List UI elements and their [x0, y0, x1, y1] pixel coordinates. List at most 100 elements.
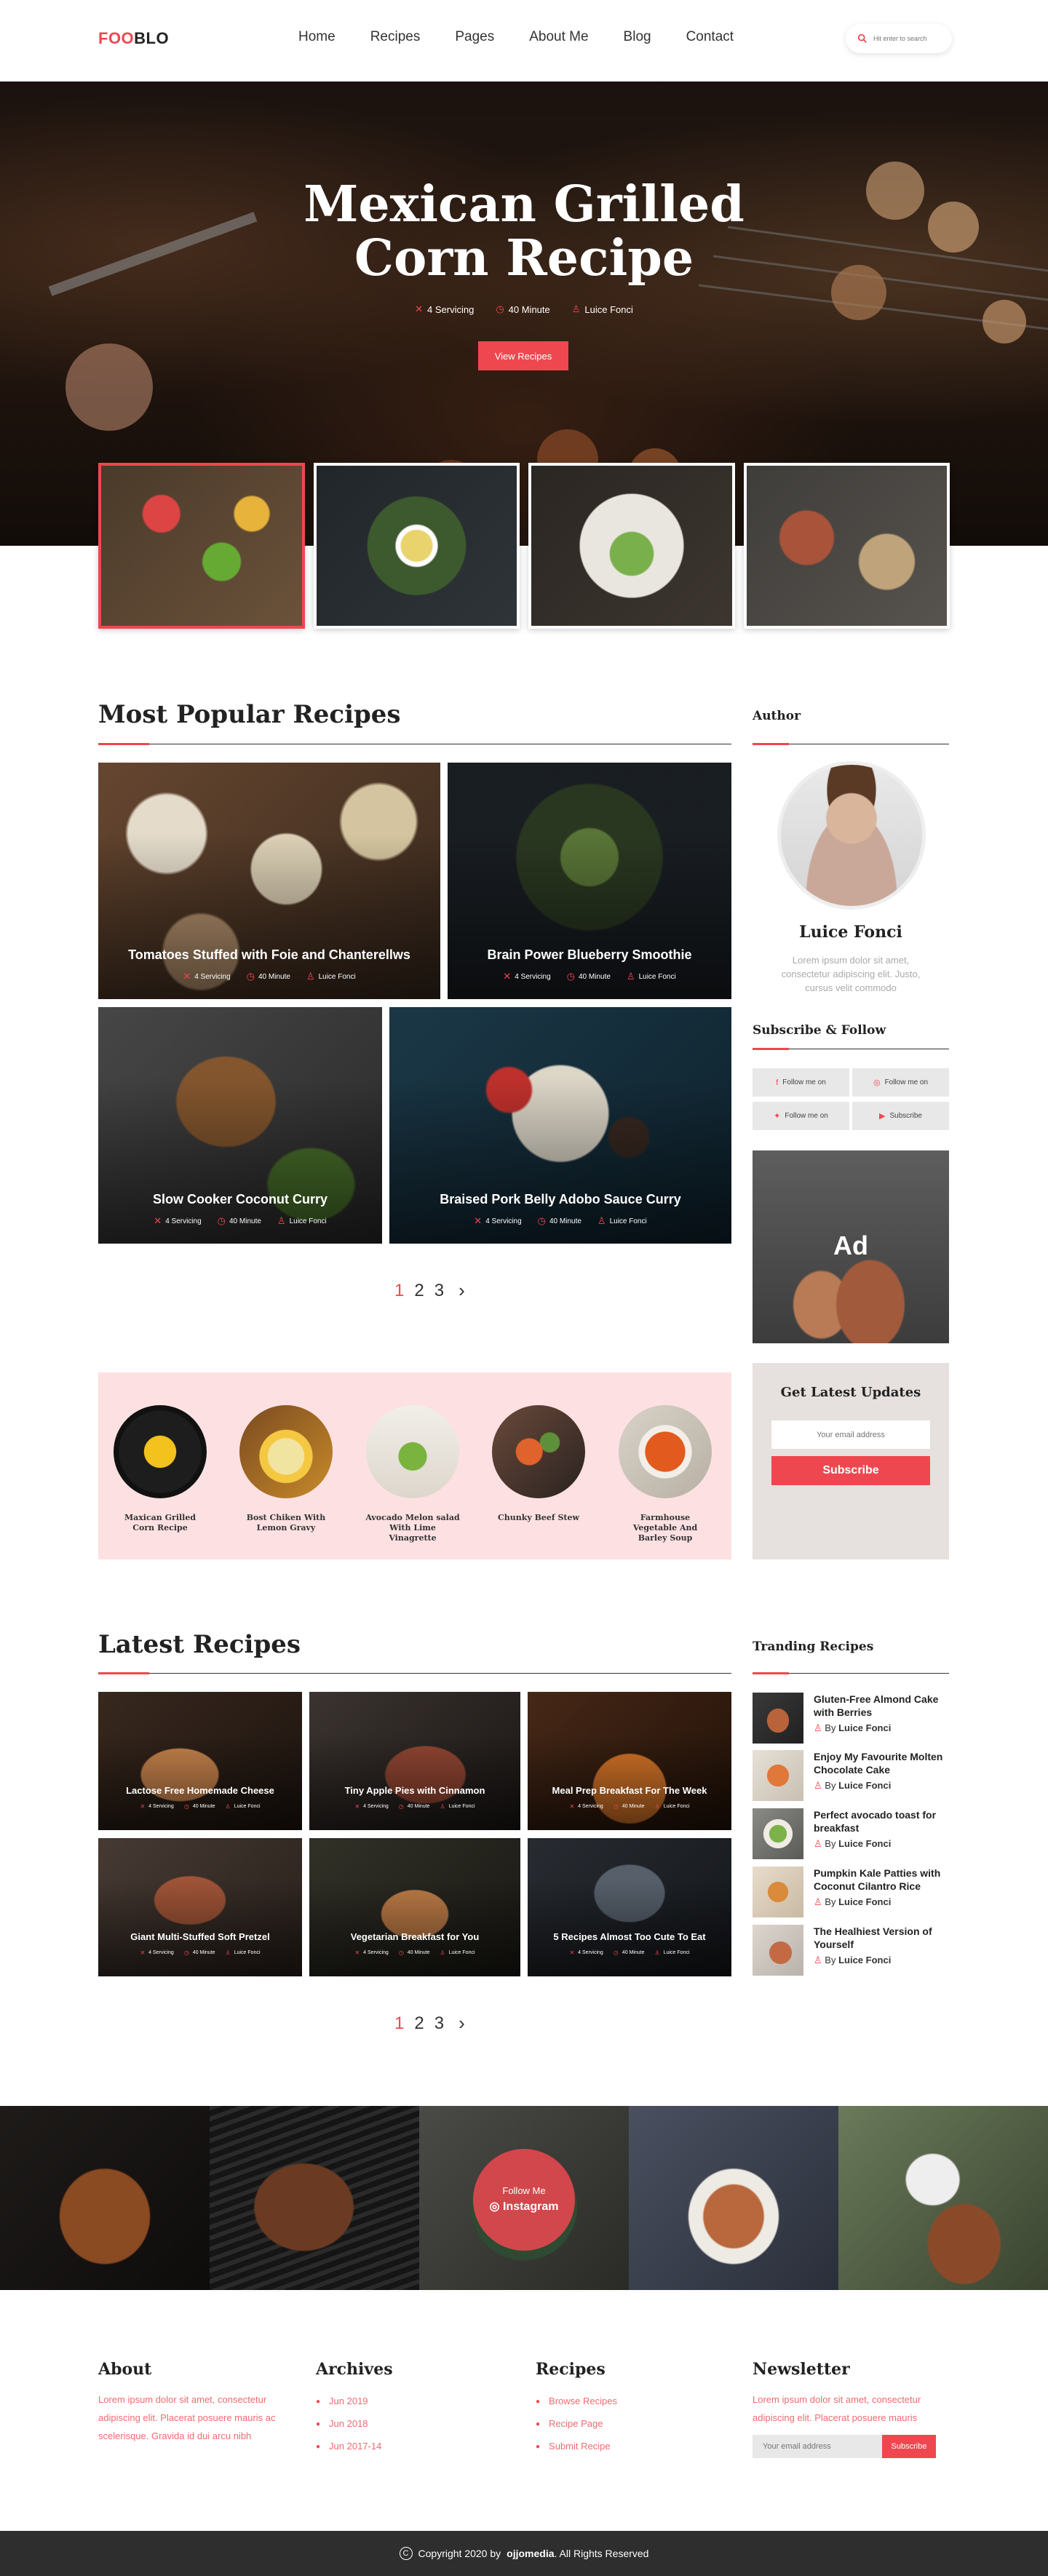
user-icon: ♙: [654, 1803, 660, 1810]
trending-thumb: [753, 1750, 803, 1801]
page-link-1[interactable]: 1: [394, 1281, 404, 1301]
instagram-photo[interactable]: [838, 2106, 1048, 2290]
newsletter-email-input[interactable]: [771, 1420, 930, 1449]
trending-title: Enjoy My Favourite Molten Chocolate Cake: [814, 1751, 943, 1776]
category-item[interactable]: Maxican Grilled Corn Recipe: [113, 1405, 207, 1533]
user-icon: ♙: [814, 1838, 822, 1849]
follow-facebook-button[interactable]: f Follow me on: [753, 1068, 849, 1097]
latest-card-5[interactable]: Vegetarian Breakfast for You ✕ 4 Servicin…: [309, 1838, 520, 1976]
card-meta: ✕ 4 Servicing ◷ 40 Minute ♙ Luice Fonci: [98, 1949, 302, 1956]
trending-title: Gluten-Free Almond Cake with Berries: [814, 1693, 939, 1718]
by-label: By: [825, 1780, 836, 1791]
utensils-icon: ✕: [415, 303, 423, 314]
category-item[interactable]: Farmhouse Vegetable And Barley Soup: [618, 1405, 712, 1543]
utensils-icon: ✕: [183, 971, 191, 982]
nav-item-pages[interactable]: Pages: [455, 29, 494, 45]
card-meta: ✕ 4 Servicing ◷ 40 Minute ♙ Luice Fonci: [98, 1803, 302, 1810]
recipes-link[interactable]: Recipe Page: [536, 2413, 681, 2436]
archive-link[interactable]: Jun 2017-14: [316, 2436, 461, 2458]
site-logo[interactable]: FOOBLO: [98, 29, 169, 48]
recipes-link[interactable]: Browse Recipes: [536, 2390, 681, 2413]
author-name: Luice Fonci: [799, 923, 902, 942]
page-link-1[interactable]: 1: [394, 2014, 404, 2034]
copyright-brand-link[interactable]: ojjomedia: [507, 2548, 554, 2559]
search-input[interactable]: [873, 35, 946, 42]
hero-thumb-3[interactable]: [528, 463, 735, 629]
page-link-2[interactable]: 2: [414, 2014, 424, 2034]
card-meta: ✕ 4 Servicing ◷ 40 Minute ♙ Luice Fonci: [528, 1949, 731, 1956]
hero-thumb-2[interactable]: [313, 463, 520, 629]
page-link-3[interactable]: 3: [434, 1281, 444, 1301]
page-link-3[interactable]: 3: [434, 2014, 444, 2034]
popular-card-2[interactable]: Brain Power Blueberry Smoothie ✕ 4 Servic…: [448, 763, 731, 999]
hero-meta: ✕ 4 Servicing ◷ 40 Minute ♙ Luice Fonci: [0, 303, 1048, 315]
category-image: [619, 1405, 712, 1498]
card-author: Luice Fonci: [448, 1804, 475, 1809]
next-page-icon[interactable]: ›: [458, 2012, 465, 2035]
nav-item-about[interactable]: About Me: [529, 29, 588, 45]
page-link-2[interactable]: 2: [414, 1281, 424, 1301]
newsletter-subscribe-button[interactable]: Subscribe: [771, 1456, 930, 1485]
user-icon: ♙: [814, 1955, 822, 1965]
hero-title-line2: Corn Recipe: [354, 229, 694, 287]
card-time: 40 Minute: [549, 1217, 581, 1225]
card-time: 40 Minute: [579, 972, 611, 981]
popular-card-3[interactable]: Slow Cooker Coconut Curry ✕ 4 Servicing ◷…: [98, 1007, 382, 1244]
newsletter-widget: Get Latest Updates Subscribe: [753, 1363, 949, 1559]
trending-item[interactable]: Gluten-Free Almond Cake with Berries ♙ B…: [753, 1693, 949, 1745]
archive-link[interactable]: Jun 2019: [316, 2390, 461, 2413]
clock-icon: ◷: [496, 303, 504, 314]
footer-about: About Lorem ipsum dolor sit amet, consec…: [98, 2360, 295, 2445]
trending-item[interactable]: The Healhiest Version of Yourself ♙ By L…: [753, 1925, 949, 1977]
user-icon: ♙: [306, 971, 315, 982]
card-servings: 4 Servicing: [578, 1950, 603, 1955]
nav-item-home[interactable]: Home: [298, 29, 336, 45]
latest-pagination: 1 2 3 ›: [394, 2012, 465, 2035]
subscribe-youtube-button[interactable]: ▶ Subscribe: [852, 1102, 949, 1130]
clock-icon: ◷: [566, 971, 575, 982]
follow-twitter-button[interactable]: ✦ Follow me on: [753, 1102, 849, 1130]
nav-item-recipes[interactable]: Recipes: [370, 29, 421, 45]
category-image: [239, 1405, 333, 1498]
card-time: 40 Minute: [192, 1804, 215, 1809]
hero-time-text: 40 Minute: [508, 303, 550, 315]
view-recipes-button[interactable]: View Recipes: [478, 341, 568, 370]
nav-item-blog[interactable]: Blog: [624, 29, 651, 45]
category-item[interactable]: Avocado Melon salad With Lime Vinagrette: [365, 1405, 460, 1543]
trending-item[interactable]: Enjoy My Favourite Molten Chocolate Cake…: [753, 1750, 949, 1802]
footer-email-input[interactable]: [753, 2435, 882, 2458]
thumb-image-3: [531, 466, 732, 626]
latest-card-1[interactable]: Lactose Free Homemade Cheese ✕ 4 Servicin…: [98, 1692, 302, 1830]
main-nav: Home Recipes Pages About Me Blog Contact: [298, 29, 769, 45]
popular-card-4[interactable]: Braised Pork Belly Adobo Sauce Curry ✕ 4 …: [389, 1007, 731, 1244]
author-widget-title: Author: [753, 709, 801, 723]
instagram-follow-badge[interactable]: Follow Me ◎ Instagram: [473, 2149, 575, 2251]
recipes-link[interactable]: Submit Recipe: [536, 2436, 681, 2458]
hero-thumb-1[interactable]: [98, 463, 305, 629]
category-item[interactable]: Chunky Beef Stew: [491, 1405, 586, 1523]
subscribe-label: Subscribe: [889, 1112, 922, 1120]
by-label: By: [825, 1896, 836, 1907]
latest-card-2[interactable]: Tiny Apple Pies with Cinnamon ✕ 4 Servici…: [309, 1692, 520, 1830]
archive-link[interactable]: Jun 2018: [316, 2413, 461, 2436]
by-label: By: [825, 1838, 836, 1849]
instagram-photo[interactable]: [629, 2106, 838, 2290]
latest-card-4[interactable]: Giant Multi-Stuffed Soft Pretzel ✕ 4 Serv…: [98, 1838, 302, 1976]
trending-item[interactable]: Perfect avocado toast for breakfast ♙ By…: [753, 1808, 949, 1861]
ad-label: Ad: [833, 1231, 868, 1260]
trending-author: Luice Fonci: [838, 1722, 892, 1733]
footer-subscribe-button[interactable]: Subscribe: [882, 2435, 936, 2458]
popular-card-1[interactable]: Tomatoes Stuffed with Foie and Chanterel…: [98, 763, 440, 999]
instagram-photo[interactable]: [0, 2106, 210, 2290]
instagram-photo[interactable]: [210, 2106, 419, 2290]
category-image: [114, 1405, 207, 1498]
nav-item-contact[interactable]: Contact: [686, 29, 734, 45]
follow-instagram-button[interactable]: ◎ Follow me on: [852, 1068, 949, 1097]
ad-banner[interactable]: Ad: [753, 1150, 949, 1343]
hero-thumb-4[interactable]: [743, 463, 950, 629]
trending-item[interactable]: Pumpkin Kale Patties with Coconut Cilant…: [753, 1867, 949, 1919]
latest-card-6[interactable]: 5 Recipes Almost Too Cute To Eat ✕ 4 Serv…: [528, 1838, 731, 1976]
next-page-icon[interactable]: ›: [458, 1279, 465, 1302]
category-item[interactable]: Bost Chiken With Lemon Gravy: [239, 1405, 333, 1533]
latest-card-3[interactable]: Meal Prep Breakfast For The Week ✕ 4 Serv…: [528, 1692, 731, 1830]
